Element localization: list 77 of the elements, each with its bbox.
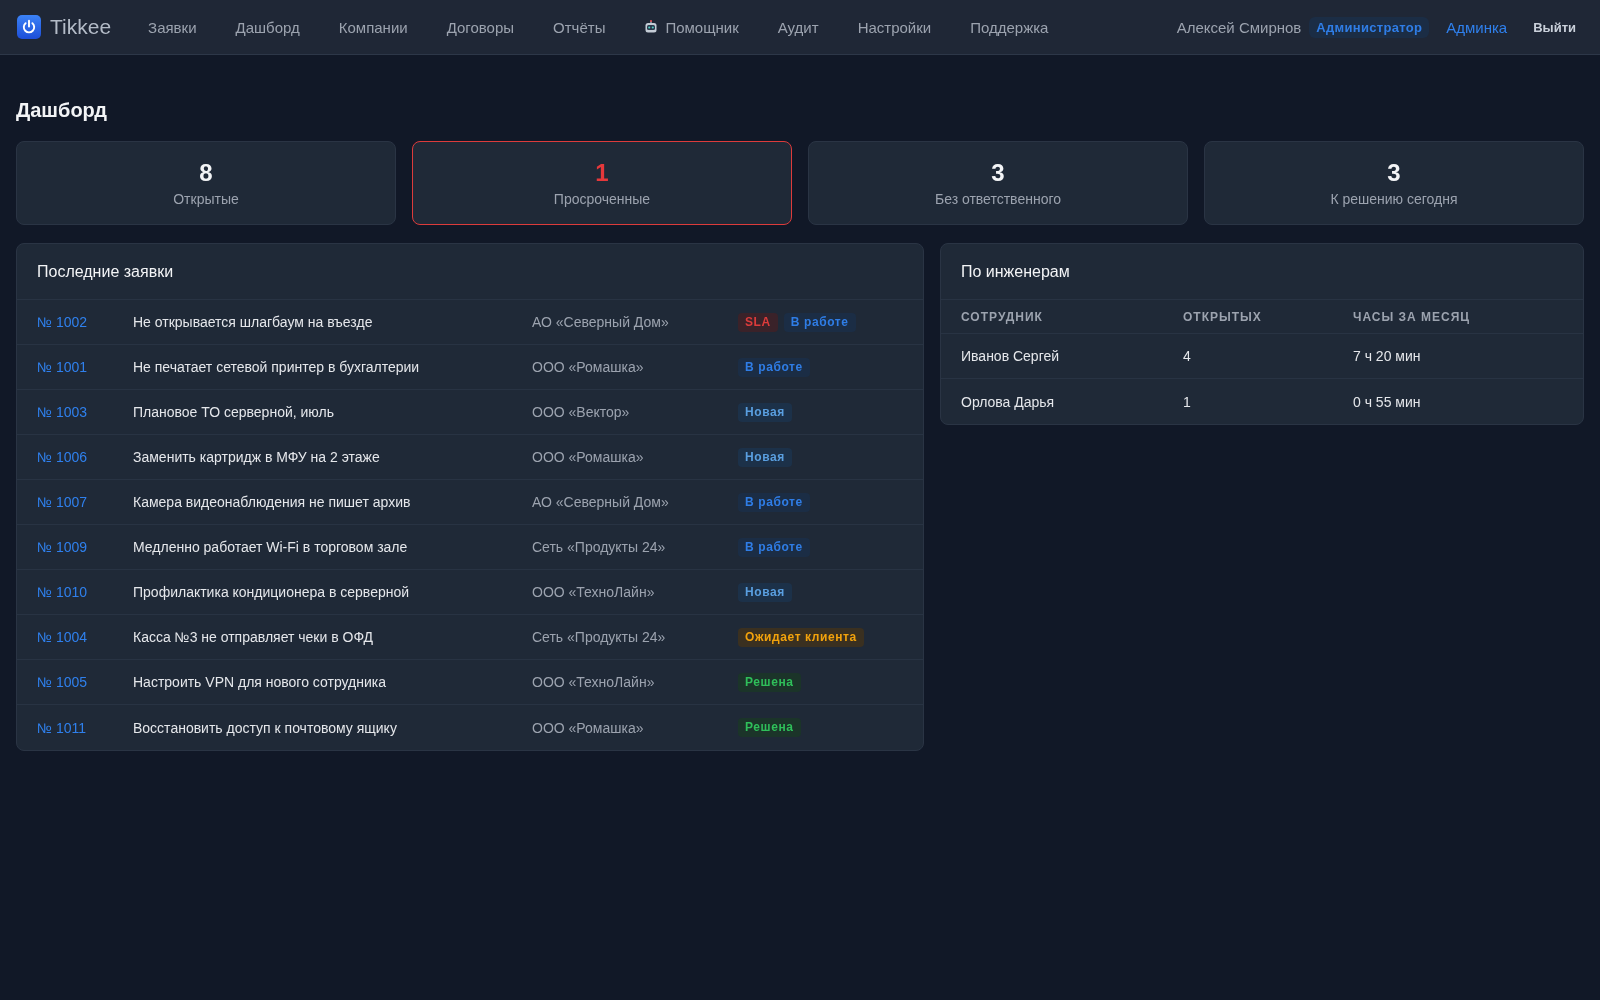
- company-name: ООО «ТехноЛайн»: [532, 674, 655, 690]
- stat-value: 1: [595, 158, 609, 187]
- hours-value: 0 ч 55 мин: [1353, 393, 1421, 410]
- brand-name: Tikkee: [50, 15, 112, 39]
- ticket-link[interactable]: № 1004: [37, 629, 88, 645]
- engineer-name: Орлова Дарья: [961, 393, 1055, 410]
- company-name: Сеть «Продукты 24»: [532, 629, 666, 645]
- status-badge: Ожидает клиента: [738, 627, 864, 647]
- open-count: 4: [1183, 348, 1191, 364]
- company-name: ООО «Ромашка»: [532, 359, 644, 375]
- nav-link[interactable]: Компании: [338, 18, 408, 36]
- page-title: Дашборд: [16, 98, 109, 122]
- status-badge: В работе: [738, 357, 810, 377]
- ticket-title: Настроить VPN для нового сотрудника: [133, 674, 386, 690]
- status-badge: Новая: [738, 582, 792, 602]
- company-name: АО «Северный Дом»: [532, 494, 669, 510]
- stat-label: Открытые: [173, 189, 239, 208]
- column-header: ОТКРЫТЫХ: [1183, 309, 1262, 324]
- ticket-link[interactable]: № 1002: [37, 314, 88, 330]
- ticket-link[interactable]: № 1005: [37, 674, 88, 690]
- ticket-link[interactable]: № 1001: [37, 359, 88, 375]
- status-badge: В работе: [738, 492, 810, 512]
- ticket-title: Заменить картридж в МФУ на 2 этаже: [133, 449, 380, 465]
- stat-label: К решению сегодня: [1330, 189, 1458, 208]
- stat-value: 8: [199, 158, 213, 187]
- company-name: ООО «Ромашка»: [532, 719, 644, 736]
- user-name: Алексей Смирнов: [1176, 18, 1302, 36]
- stat-label: Просроченные: [553, 189, 651, 208]
- nav-link[interactable]: Отчёты: [553, 18, 606, 36]
- ticket-title: Восстановить доступ к почтовому ящику: [133, 719, 397, 736]
- stat-label: Без ответственного: [934, 189, 1061, 208]
- ticket-title: Плановое ТО серверной, июль: [133, 404, 334, 420]
- nav-link[interactable]: Помощник: [644, 18, 739, 36]
- company-name: ООО «ТехноЛайн»: [532, 584, 655, 600]
- column-header: ЧАСЫ ЗА МЕСЯЦ: [1353, 309, 1471, 324]
- nav-link[interactable]: Договоры: [446, 18, 515, 36]
- ticket-title: Медленно работает Wi-Fi в торговом зале: [133, 539, 408, 555]
- nav-link[interactable]: Поддержка: [970, 18, 1049, 36]
- nav-link[interactable]: Аудит: [777, 18, 819, 36]
- hours-value: 7 ч 20 мин: [1353, 348, 1421, 364]
- stat-value: 3: [1387, 158, 1401, 187]
- panel-title: Последние заявки: [37, 262, 174, 281]
- nav-link[interactable]: Настройки: [857, 18, 932, 36]
- stat-value: 3: [991, 158, 1005, 187]
- status-badge: Новая: [738, 447, 792, 467]
- ticket-title: Касса №3 не отправляет чеки в ОФД: [133, 629, 374, 645]
- ticket-link[interactable]: № 1010: [37, 584, 88, 600]
- power-icon: [17, 15, 41, 39]
- status-badge: В работе: [783, 312, 856, 332]
- sla-badge: SLA: [738, 312, 778, 332]
- status-badge: Решена: [738, 672, 801, 692]
- ticket-title: Не открывается шлагбаум на въезде: [133, 314, 373, 330]
- company-name: АО «Северный Дом»: [532, 314, 669, 330]
- company-name: ООО «Вектор»: [532, 404, 630, 420]
- company-name: Сеть «Продукты 24»: [532, 539, 666, 555]
- ticket-link[interactable]: № 1006: [37, 449, 88, 465]
- ticket-link[interactable]: № 1003: [37, 404, 88, 420]
- column-header: СОТРУДНИК: [961, 309, 1043, 324]
- ticket-link[interactable]: № 1011: [37, 719, 86, 736]
- admin-link[interactable]: Админка: [1446, 18, 1508, 36]
- logout-button[interactable]: Выйти: [1533, 19, 1576, 35]
- panel-title: По инженерам: [961, 262, 1070, 281]
- ticket-title: Профилактика кондиционера в серверной: [133, 584, 410, 600]
- ticket-link[interactable]: № 1009: [37, 539, 88, 555]
- ticket-title: Не печатает сетевой принтер в бухгалтерии: [133, 359, 420, 375]
- ticket-link[interactable]: № 1007: [37, 494, 88, 510]
- status-badge: В работе: [738, 537, 810, 557]
- status-badge: Решена: [738, 718, 801, 737]
- company-name: ООО «Ромашка»: [532, 449, 644, 465]
- engineer-name: Иванов Сергей: [961, 348, 1060, 364]
- role-badge: Администратор: [1309, 16, 1430, 38]
- nav-link[interactable]: Заявки: [148, 18, 197, 36]
- status-badge: Новая: [738, 402, 792, 422]
- nav-link[interactable]: Дашборд: [235, 18, 300, 36]
- open-count: 1: [1183, 393, 1191, 410]
- ticket-title: Камера видеонаблюдения не пишет архив: [133, 494, 411, 510]
- robot-icon: [644, 20, 659, 34]
